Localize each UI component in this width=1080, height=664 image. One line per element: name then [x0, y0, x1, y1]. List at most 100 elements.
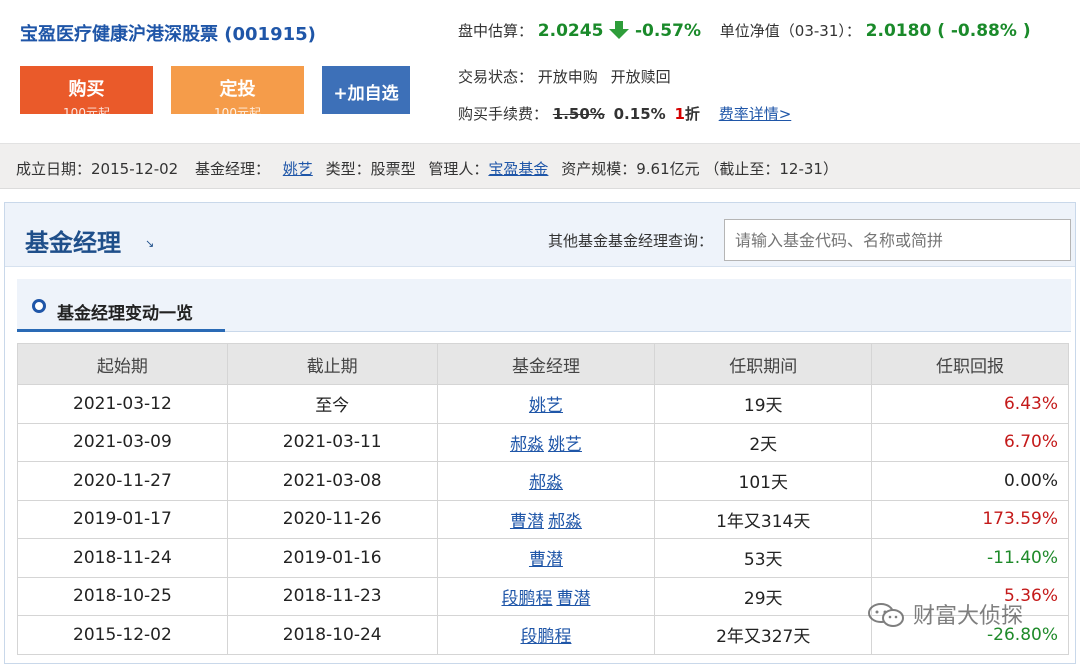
end-date-cell: 2019-01-16	[226, 538, 438, 578]
fee-label: 购买手续费：	[458, 105, 549, 123]
query-label: 其他基金基金经理查询：	[548, 232, 714, 250]
end-date-cell: 2018-10-24	[226, 615, 438, 655]
table-row: 2021-03-12 至今 姚艺 19天 6.43%	[17, 384, 1069, 424]
fund-size: 9.61亿元 （截止至：12-31）	[636, 160, 838, 178]
size-label: 资产规模：	[561, 160, 637, 178]
trade-status-label: 交易状态：	[458, 68, 534, 86]
tenure-cell: 53天	[654, 538, 873, 578]
fee-line: 购买手续费： 1.50% 0.15% 1折 费率详情>	[458, 103, 791, 124]
header-start: 起始期	[17, 343, 228, 385]
buy-button-label: 购买	[68, 79, 105, 100]
header-end: 截止期	[226, 343, 438, 385]
manager-cell: 曹潜 郝淼	[436, 499, 656, 539]
table-row: 2020-11-27 2021-03-08 郝淼 101天 0.00%	[17, 461, 1069, 501]
add-watchlist-button[interactable]: +加自选	[322, 66, 410, 114]
fixed-invest-button-label: 定投	[219, 79, 256, 100]
panel-title: 基金经理	[25, 229, 121, 257]
return-cell: 6.43%	[871, 384, 1069, 424]
manager-link[interactable]: 郝淼	[548, 512, 582, 532]
manager-cell: 郝淼 姚艺	[436, 422, 656, 462]
tenure-cell: 19天	[654, 384, 873, 424]
end-date-cell: 2018-11-23	[226, 576, 438, 616]
manager-cell: 曹潜	[436, 538, 656, 578]
end-date-cell: 2020-11-26	[226, 499, 438, 539]
fee-details-link[interactable]: 费率详情>	[719, 105, 792, 123]
fee-current: 0.15%	[613, 105, 666, 123]
manager-link[interactable]: 姚艺	[548, 435, 582, 455]
fee-discount-number: 1	[674, 105, 685, 123]
trade-status-redeem: 开放赎回	[610, 68, 671, 86]
manager-link[interactable]: 姚艺	[283, 160, 313, 178]
tenure-cell: 29天	[654, 576, 873, 616]
tenure-cell: 101天	[654, 461, 873, 501]
manager-cell: 姚艺	[436, 384, 656, 424]
estimate-change: -0.57%	[634, 21, 702, 41]
fee-original: 1.50%	[552, 105, 605, 123]
start-date-cell: 2018-10-25	[17, 576, 228, 616]
manager-link[interactable]: 郝淼	[510, 435, 544, 455]
header-return: 任职回报	[871, 343, 1069, 385]
manager-cell: 郝淼	[436, 461, 656, 501]
table-row: 2021-03-09 2021-03-11 郝淼 姚艺 2天 6.70%	[17, 422, 1069, 462]
estimate-value: 2.0245	[537, 21, 604, 41]
watermark-text: 财富大侦探	[913, 604, 1024, 629]
fund-header: 宝盈医疗健康沪港深股票 (001915) 购买 100元起 定投 100元起 +…	[0, 0, 1080, 143]
manager-link[interactable]: 曹潜	[529, 550, 563, 570]
return-cell: 173.59%	[871, 499, 1069, 539]
manager-link[interactable]: 段鹏程	[501, 589, 552, 609]
fee-discount-unit: 折	[684, 105, 700, 123]
manager-changes-title: 基金经理变动一览	[57, 304, 193, 324]
return-cell: -11.40%	[871, 538, 1069, 578]
manager-link[interactable]: 段鹏程	[520, 627, 571, 647]
end-date-cell: 2021-03-11	[226, 422, 438, 462]
manager-link[interactable]: 姚艺	[529, 396, 563, 416]
tenure-cell: 2天	[654, 422, 873, 462]
buy-button[interactable]: 购买 100元起	[20, 66, 153, 114]
end-date-cell: 2021-03-08	[226, 461, 438, 501]
circle-bullet-icon	[32, 299, 46, 313]
estimate-label: 盘中估算：	[458, 22, 534, 40]
add-watchlist-button-label: +加自选	[333, 84, 399, 104]
company-link[interactable]: 宝盈基金	[488, 160, 548, 178]
table-header-row: 起始期 截止期 基金经理 任职期间 任职回报	[17, 343, 1069, 385]
fund-type: 股票型	[370, 160, 416, 178]
manager-panel-header: 基金经理 ↘ 其他基金基金经理查询：	[5, 203, 1075, 267]
start-date-cell: 2021-03-09	[17, 422, 228, 462]
table-row: 2018-11-24 2019-01-16 曹潜 53天 -11.40%	[17, 538, 1069, 578]
manager-changes-header: 基金经理变动一览	[17, 279, 1071, 331]
nav-label: 单位净值（03-31）：	[719, 22, 861, 40]
title-arrow-icon: ↘	[145, 237, 155, 250]
header-manager: 基金经理	[436, 343, 656, 385]
watermark: 财富大侦探	[866, 598, 1023, 630]
buy-button-sublabel: 100元起	[63, 106, 110, 114]
tenure-cell: 2年又327天	[654, 615, 873, 655]
start-date-cell: 2020-11-27	[17, 461, 228, 501]
table-row: 2019-01-17 2020-11-26 曹潜 郝淼 1年又314天 173.59%	[17, 499, 1069, 539]
start-date-cell: 2019-01-17	[17, 499, 228, 539]
manager-panel: 基金经理 ↘ 其他基金基金经理查询： 基金经理变动一览 起始期 截止期 基金经理…	[4, 202, 1076, 664]
header-tenure: 任职期间	[654, 343, 873, 385]
company-label: 管理人：	[428, 160, 489, 178]
start-date-cell: 2021-03-12	[17, 384, 228, 424]
manager-link[interactable]: 郝淼	[529, 473, 563, 493]
type-label: 类型：	[325, 160, 371, 178]
estimate-line: 盘中估算： 2.0245 -0.57% 单位净值（03-31）： 2.0180 …	[458, 20, 1031, 41]
start-date-cell: 2018-11-24	[17, 538, 228, 578]
fund-title[interactable]: 宝盈医疗健康沪港深股票 (001915)	[20, 20, 316, 46]
trade-status-buy: 开放申购	[537, 68, 598, 86]
manager-cell: 段鹏程 曹潜	[436, 576, 656, 616]
fixed-invest-button[interactable]: 定投 100元起	[171, 66, 304, 114]
founded-label: 成立日期：	[16, 160, 92, 178]
fund-info-bar: 成立日期：2015-12-02 基金经理： 姚艺 类型：股票型 管理人：宝盈基金…	[0, 143, 1080, 189]
tenure-cell: 1年又314天	[654, 499, 873, 539]
nav-value: 2.0180 ( -0.88% )	[865, 21, 1031, 41]
manager-search-input[interactable]	[724, 219, 1071, 261]
manager-cell: 段鹏程	[436, 615, 656, 655]
manager-link[interactable]: 曹潜	[510, 512, 544, 532]
start-date-cell: 2015-12-02	[17, 615, 228, 655]
manager-link[interactable]: 曹潜	[556, 589, 590, 609]
fixed-invest-button-sublabel: 100元起	[214, 106, 261, 114]
return-cell: 0.00%	[871, 461, 1069, 501]
founded-date: 2015-12-02	[91, 160, 179, 178]
arrow-down-icon	[609, 21, 630, 39]
